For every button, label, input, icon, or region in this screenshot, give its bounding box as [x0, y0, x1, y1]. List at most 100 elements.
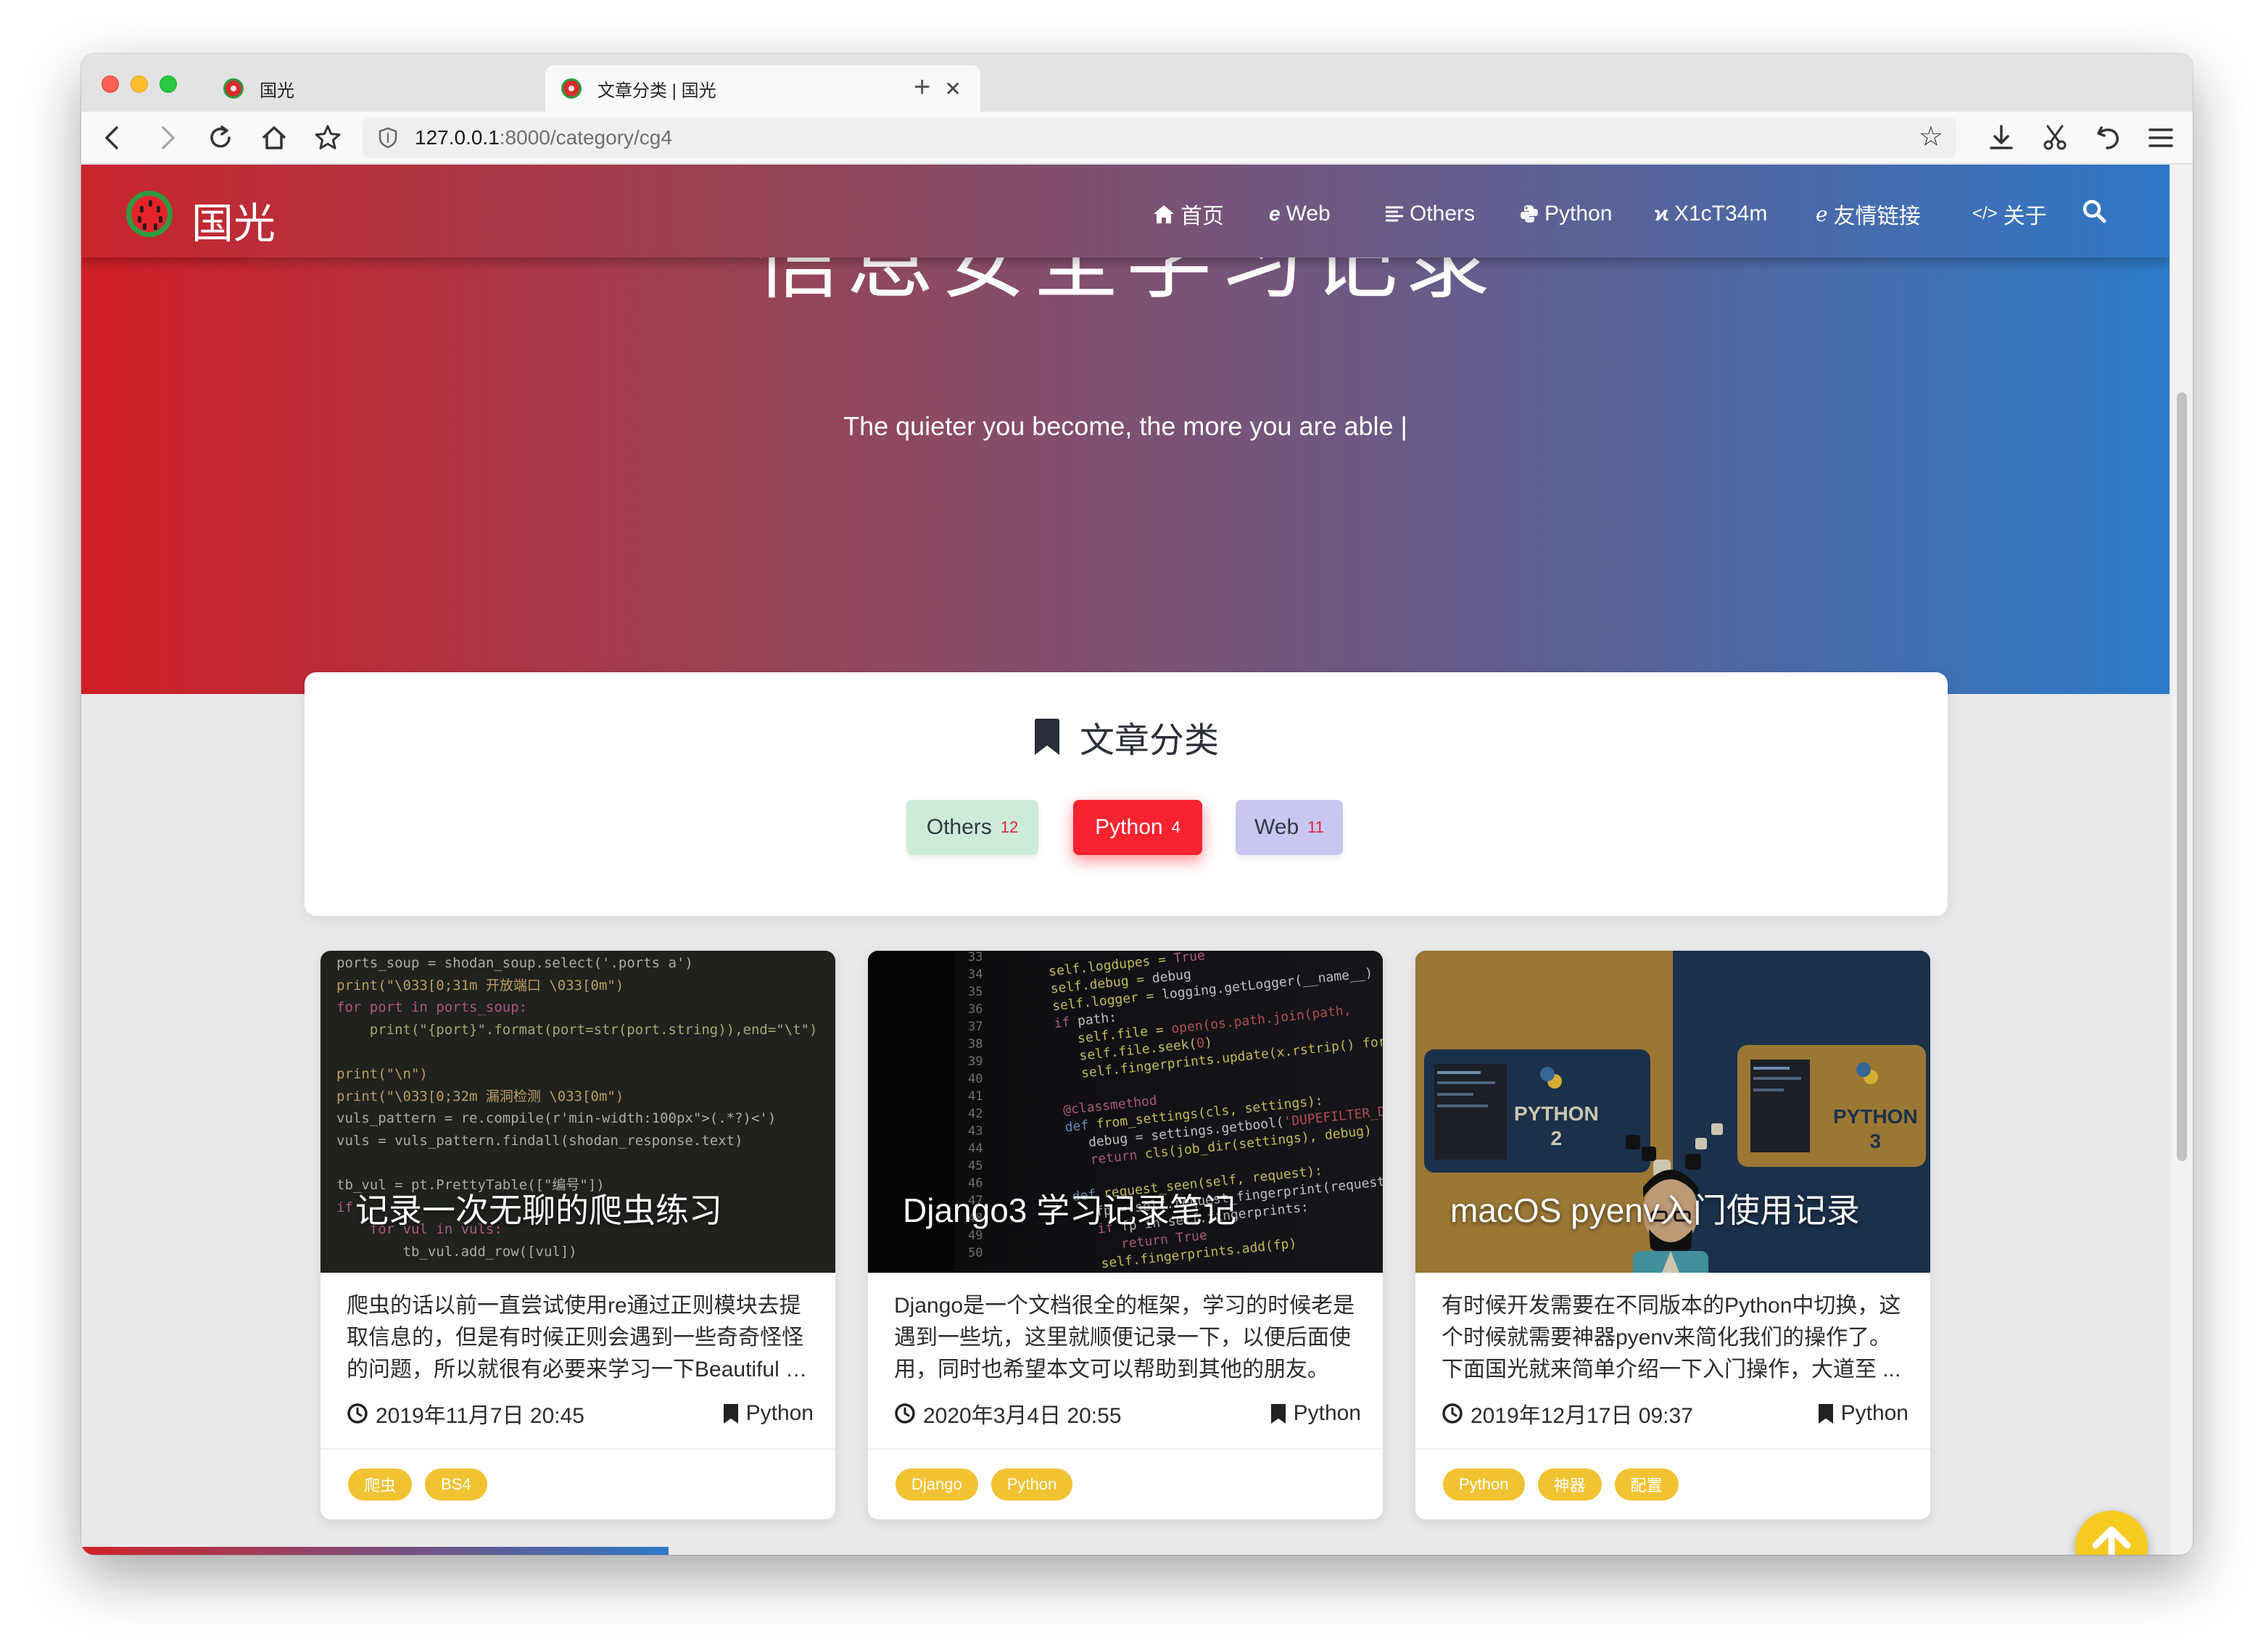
arrow-up-icon: [2092, 1526, 2131, 1555]
card-divider: [320, 1448, 835, 1450]
article-tags: 爬虫 BS4: [348, 1469, 500, 1500]
edge-icon: ℯ: [1816, 202, 1828, 226]
python-icon: [1521, 205, 1538, 223]
reload-icon: [210, 125, 231, 148]
article-title[interactable]: 记录一次无聊的爬虫练习: [355, 1184, 722, 1232]
screenshot-button[interactable]: [2038, 120, 2072, 155]
tag[interactable]: 爬虫: [348, 1469, 413, 1500]
page-scrollbar[interactable]: [2171, 165, 2193, 1555]
tab-strip: 国光 文章分类 | 国光 ✕ +: [81, 54, 2193, 112]
article-category-link[interactable]: Python: [1818, 1401, 1908, 1426]
scissors-icon: [2043, 125, 2067, 150]
close-window-button[interactable]: [102, 75, 119, 93]
article-card[interactable]: 33 34 35 36 37 38 39 40 41 42 43 44 45 46 47 48 49 50…: [868, 951, 1383, 1519]
shield-icon: [379, 127, 397, 149]
nav-label: 关于: [2003, 205, 2047, 228]
minimize-window-button[interactable]: [131, 75, 148, 93]
reading-progress-bar: [81, 1547, 669, 1555]
card-divider: [1415, 1448, 1930, 1450]
site-navbar: 国光 首页 e Web Others Python ϰ X1cT34m ℯ 友情…: [81, 165, 2170, 257]
article-category: Python: [1840, 1401, 1908, 1425]
site-brand[interactable]: 国光: [191, 189, 276, 250]
nav-label: Python: [1544, 202, 1613, 226]
bookmark-icon: [1270, 1404, 1286, 1424]
zoom-window-button[interactable]: [160, 75, 177, 93]
category-pill-web[interactable]: Web 11: [1236, 800, 1343, 855]
code-icon: </>: [1972, 204, 1998, 223]
nav-web[interactable]: e Web: [1269, 199, 1331, 228]
menu-button[interactable]: [2143, 120, 2178, 155]
back-arrow-icon: [105, 126, 118, 149]
card-divider: [868, 1448, 1383, 1450]
watermelon-favicon-icon: [223, 78, 244, 99]
star-outline-icon: [315, 125, 341, 149]
bookmark-star-button[interactable]: [310, 120, 345, 155]
downloads-button[interactable]: [1984, 120, 2019, 155]
nav-home[interactable]: 首页: [1153, 199, 1224, 228]
forward-button[interactable]: [149, 120, 184, 155]
tag[interactable]: 神器: [1537, 1469, 1602, 1500]
article-cover-image[interactable]: ports_soup = shodan_soup.select('.ports …: [320, 951, 835, 1273]
tab-title: 国光: [260, 80, 294, 101]
nav-label: X1cT34m: [1674, 202, 1768, 226]
tab-close-icon[interactable]: ✕: [945, 77, 961, 101]
tab-title: 文章分类 | 国光: [597, 80, 716, 101]
tag[interactable]: 配置: [1614, 1469, 1679, 1500]
category-name: Python: [1095, 815, 1163, 839]
article-excerpt: 有时候开发需要在不同版本的Python中切换，这个时候就需要神器pyenv来简化…: [1442, 1294, 1901, 1382]
article-category: Python: [745, 1401, 814, 1425]
home-button[interactable]: [257, 120, 291, 155]
hamburger-menu-icon: [2149, 128, 2173, 147]
category-count: 11: [1307, 818, 1324, 836]
article-date: 2019年12月17日 09:37: [1471, 1404, 1693, 1428]
article-title[interactable]: macOS pyenv入门使用记录: [1450, 1184, 1860, 1232]
category-pill-others[interactable]: Others 12: [906, 800, 1038, 855]
category-name: Others: [926, 815, 992, 839]
article-meta: 2019年12月17日 09:37 Python: [1442, 1399, 1908, 1428]
category-heading: 文章分类: [305, 711, 1948, 762]
tag[interactable]: Python: [1443, 1469, 1525, 1500]
article-title[interactable]: Django3 学习记录笔记: [903, 1184, 1236, 1232]
browser-window: 国光 文章分类 | 国光 ✕ + 127.0.0.1:8000/category…: [81, 54, 2193, 1555]
article-excerpt: Django是一个文档很全的框架，学习的时候老是遇到一些坑，这里就顺便记录一下，…: [894, 1294, 1355, 1382]
article-card[interactable]: ports_soup = shodan_soup.select('.ports …: [320, 951, 835, 1519]
nav-about[interactable]: </> 关于: [1972, 199, 2047, 228]
category-panel: 文章分类 Others 12 Python 4 Web 11: [305, 672, 1948, 916]
article-card[interactable]: PYTHON 2 PYTHON 3 macOS pyenv入门使用记录 有时候开发需…: [1415, 951, 1930, 1519]
tag[interactable]: Python: [991, 1469, 1073, 1500]
address-bar[interactable]: 127.0.0.1:8000/category/cg4 ☆: [363, 117, 1956, 158]
download-icon: [1990, 125, 2013, 149]
article-category-link[interactable]: Python: [723, 1401, 814, 1426]
category-count: 4: [1171, 818, 1180, 836]
new-tab-button[interactable]: +: [914, 71, 930, 104]
nav-python[interactable]: Python: [1520, 199, 1612, 228]
watermelon-favicon-icon: [561, 78, 582, 99]
article-date: 2019年11月7日 20:45: [376, 1404, 584, 1428]
bookmark-icon: [1034, 719, 1059, 755]
reload-button[interactable]: [203, 120, 238, 155]
bookmark-icon: [723, 1404, 738, 1424]
back-to-top-button[interactable]: [2075, 1511, 2148, 1555]
scrollbar-thumb[interactable]: [2177, 392, 2187, 1161]
bookmark-icon: [1818, 1404, 1833, 1424]
internet-explorer-icon: e: [1269, 202, 1281, 225]
article-cover-image[interactable]: 33 34 35 36 37 38 39 40 41 42 43 44 45 46 47 48 49 50…: [868, 951, 1383, 1273]
category-pill-python[interactable]: Python 4: [1073, 800, 1202, 855]
undo-icon: [2097, 126, 2119, 149]
page-bookmark-star-icon[interactable]: ☆: [1919, 120, 1943, 153]
watermelon-logo-icon[interactable]: [126, 191, 173, 237]
url-host: 127.0.0.1: [415, 126, 500, 149]
search-icon[interactable]: [2080, 197, 2109, 226]
tag[interactable]: BS4: [425, 1469, 487, 1500]
nav-friend-links[interactable]: ℯ 友情链接: [1816, 199, 1921, 229]
nav-x1ct34m[interactable]: ϰ X1cT34m: [1655, 199, 1767, 228]
back-button[interactable]: [96, 120, 131, 155]
tag[interactable]: Django: [896, 1469, 978, 1500]
home-icon: [1154, 205, 1174, 223]
article-cover-image[interactable]: PYTHON 2 PYTHON 3 macOS pyenv入门使用记录: [1415, 951, 1930, 1273]
browser-toolbar: 127.0.0.1:8000/category/cg4 ☆: [81, 112, 2193, 164]
nav-others[interactable]: Others: [1385, 199, 1475, 228]
undo-close-button[interactable]: [2091, 120, 2126, 155]
article-category-link[interactable]: Python: [1270, 1401, 1361, 1426]
article-meta: 2020年3月4日 20:55 Python: [894, 1399, 1361, 1428]
